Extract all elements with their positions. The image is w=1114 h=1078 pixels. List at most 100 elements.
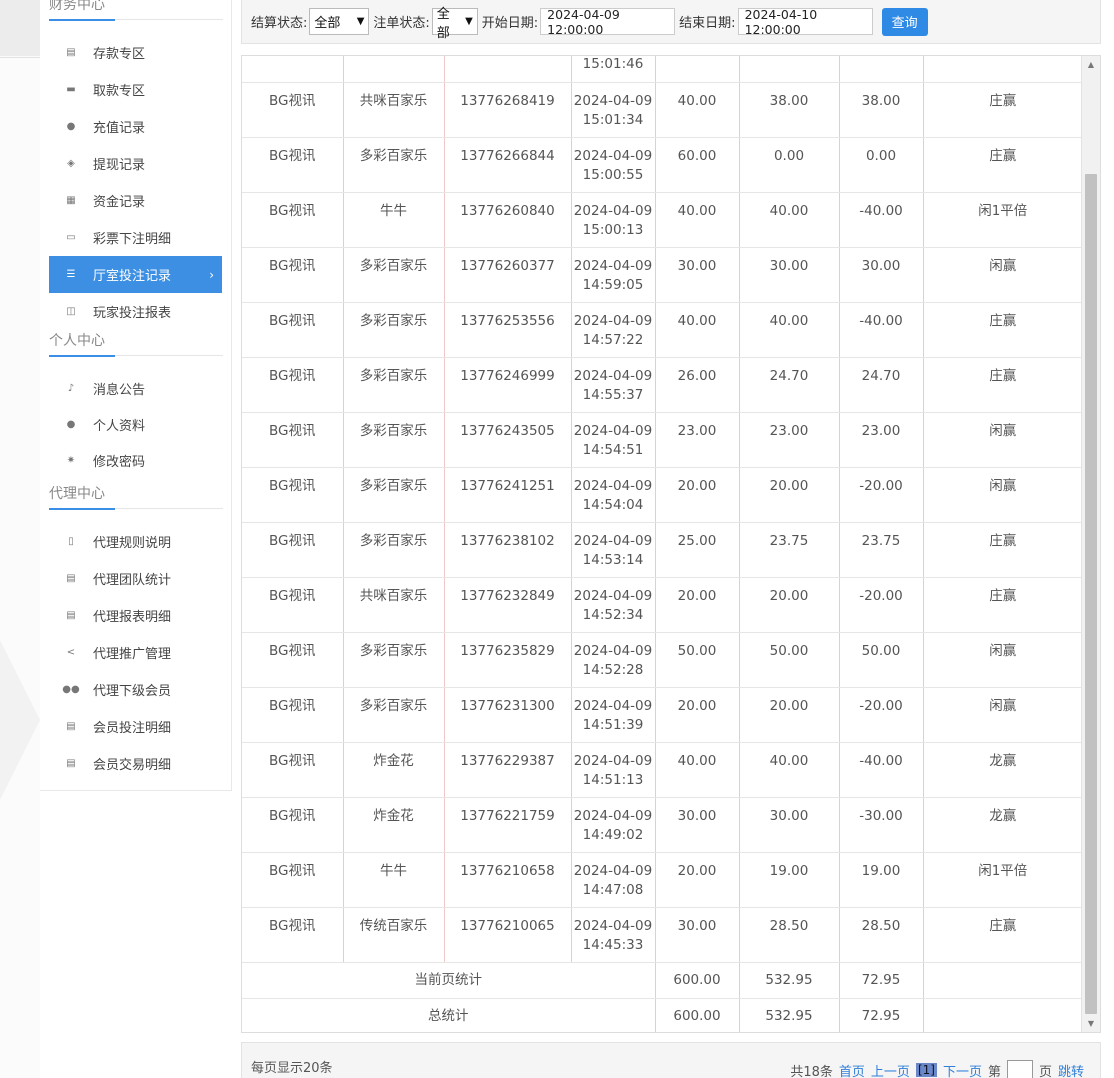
sidebar-item-agent-0[interactable]: ▯ 代理规则说明 — [49, 523, 222, 560]
win-loss-cell: 28.50 — [839, 907, 924, 963]
page-summary-row: 当前页统计 600.00 532.95 72.95 — [242, 962, 1082, 999]
table-row: BG视讯 牛牛 13776210658 2024-04-09 14:47:08 20.00… — [242, 852, 1082, 908]
first-page-link[interactable]: 首页 — [839, 1061, 865, 1078]
end-date-input[interactable]: 2024-04-10 12:00:00 — [737, 7, 873, 37]
sidebar-item-label: 资金记录 — [93, 195, 146, 210]
game-cell: 炸金花 — [343, 797, 445, 853]
settle-status-label: 结算状态: — [251, 16, 308, 31]
table-scrollbar[interactable]: ▲ ▼ — [1081, 56, 1100, 1032]
game-cell: 牛牛 — [343, 192, 445, 248]
result-cell: 庄赢 — [923, 137, 1082, 193]
chart-icon: ◫ — [66, 306, 76, 317]
bet-time-cell: 2024-04-09 14:55:37 — [571, 357, 656, 413]
sidebar-item-agent-1[interactable]: ▤ 代理团队统计 — [49, 560, 222, 597]
game-cell: 多彩百家乐 — [343, 247, 445, 303]
platform-cell: BG视讯 — [242, 357, 344, 413]
jump-link[interactable]: 跳转 — [1058, 1061, 1084, 1078]
sidebar-item-agent-3[interactable]: < 代理推广管理 — [49, 634, 222, 671]
table-row: BG视讯 多彩百家乐 13776260377 2024-04-09 14:59:05 30… — [242, 247, 1082, 303]
bet-time-cell: 2024-04-09 14:45:33 — [571, 907, 656, 963]
sidebar-item-personal-2[interactable]: ✷ 修改密码 — [49, 442, 222, 479]
sidebar-item-finance-3[interactable]: ◈ 提现记录 — [49, 145, 222, 182]
result-cell: 庄赢 — [923, 302, 1082, 358]
bet-time-cell: 2024-04-09 14:59:05 — [571, 247, 656, 303]
chevron-right-icon: › — [209, 267, 214, 282]
settle-status-value: 全部 — [314, 16, 341, 31]
win-loss-cell: 19.00 — [839, 852, 924, 908]
sidebar-item-finance-7[interactable]: ◫ 玩家投注报表 — [49, 293, 222, 330]
sidebar-item-finance-0[interactable]: ▤ 存款专区 — [49, 34, 222, 71]
bet-amount-cell: 20.00 — [655, 577, 740, 633]
order-number-cell: 13776246999 — [444, 357, 572, 413]
user-icon: ● — [66, 419, 76, 430]
order-number-cell: 13776238102 — [444, 522, 572, 578]
order-number-cell: 13776210065 — [444, 907, 572, 963]
sidebar-item-agent-2[interactable]: ▤ 代理报表明细 — [49, 597, 222, 634]
valid-bet-cell: 50.00 — [739, 632, 840, 688]
scroll-thumb[interactable] — [1085, 174, 1097, 1014]
next-page-link[interactable]: 下一页 — [943, 1061, 982, 1078]
start-date-input[interactable]: 2024-04-09 12:00:00 — [540, 7, 676, 37]
query-button[interactable]: 查询 — [881, 7, 928, 36]
win-loss-cell: -20.00 — [839, 687, 924, 743]
share-icon: < — [66, 647, 76, 658]
table-cell: 15:01:46 — [571, 56, 656, 83]
table-cell — [242, 56, 344, 83]
sidebar-item-finance-2[interactable]: ● 充值记录 — [49, 108, 222, 145]
bet-time-cell: 2024-04-09 15:01:34 — [571, 82, 656, 138]
sidebar-item-finance-6[interactable]: ☰ 厅室投注记录 › — [49, 256, 222, 293]
valid-bet-cell: 23.00 — [739, 412, 840, 468]
platform-cell: BG视讯 — [242, 302, 344, 358]
prev-page-link[interactable]: 上一页 — [871, 1061, 910, 1078]
result-cell: 龙赢 — [923, 742, 1082, 798]
users-icon: ●● — [62, 684, 80, 695]
sidebar-item-agent-4[interactable]: ●● 代理下级会员 — [49, 671, 222, 708]
sidebar-item-finance-4[interactable]: ▦ 资金记录 — [49, 182, 222, 219]
win-loss-cell: -20.00 — [839, 577, 924, 633]
summary-valid-cell: 532.95 — [739, 998, 840, 1032]
bet-time-cell: 2024-04-09 14:54:51 — [571, 412, 656, 468]
bet-amount-cell: 30.00 — [655, 907, 740, 963]
win-loss-cell: -40.00 — [839, 742, 924, 798]
table-row: BG视讯 牛牛 13776260840 2024-04-09 15:00:13 40.00… — [242, 192, 1082, 248]
settle-status-select[interactable]: 全部 ▼ — [309, 8, 370, 35]
bet-amount-cell: 23.00 — [655, 412, 740, 468]
valid-bet-cell: 24.70 — [739, 357, 840, 413]
sidebar-item-personal-1[interactable]: ● 个人资料 — [49, 406, 222, 443]
section-title-personal: 个人中心 — [49, 330, 223, 357]
table-cell — [923, 56, 1082, 83]
scroll-down-arrow-icon[interactable]: ▼ — [1088, 1019, 1094, 1028]
valid-bet-cell: 20.00 — [739, 467, 840, 523]
table-row: BG视讯 多彩百家乐 13776246999 2024-04-09 14:55:37 26… — [242, 357, 1082, 413]
order-number-cell: 13776260840 — [444, 192, 572, 248]
scroll-up-arrow-icon[interactable]: ▲ — [1088, 60, 1094, 69]
table-cell — [839, 56, 924, 83]
page-number-input[interactable] — [1006, 1060, 1033, 1078]
bet-time-cell: 2024-04-09 14:57:22 — [571, 302, 656, 358]
bet-time-cell: 2024-04-09 14:47:08 — [571, 852, 656, 908]
game-cell: 多彩百家乐 — [343, 137, 445, 193]
sidebar-item-agent-6[interactable]: ▤ 会员交易明细 — [49, 745, 222, 782]
moneybag-icon: ● — [66, 121, 76, 132]
sidebar-item-agent-5[interactable]: ▤ 会员投注明细 — [49, 708, 222, 745]
bet-status-value: 全部 — [436, 6, 450, 41]
win-loss-cell: 24.70 — [839, 357, 924, 413]
result-cell: 闲赢 — [923, 412, 1082, 468]
pagination-bar: 每页显示20条 共18条 首页 上一页 [1] 下一页 第 页 跳转 — [241, 1042, 1101, 1078]
sidebar-item-finance-1[interactable]: ▬ 取款专区 — [49, 71, 222, 108]
order-number-cell: 13776268419 — [444, 82, 572, 138]
gear-icon: ✷ — [66, 455, 76, 466]
sidebar: 财务中心 ▤ 存款专区 ▬ 取款专区 ● 充值记录 ◈ 提现记录 ▦ 资金记录 ▭ 彩票下注明细 ☰ 厅室… — [40, 0, 232, 791]
sidebar-item-personal-0[interactable]: ♪ 消息公告 — [49, 370, 222, 407]
filter-bar: 结算状态: 全部 ▼ 注单状态: 全部 ▼ 开始日期: 2024-04-09 12:… — [241, 0, 1101, 44]
table-cell — [444, 56, 572, 83]
sidebar-item-finance-5[interactable]: ▭ 彩票下注明细 — [49, 219, 222, 256]
game-cell: 多彩百家乐 — [343, 302, 445, 358]
table-row: BG视讯 多彩百家乐 13776241251 2024-04-09 14:54:04 20… — [242, 467, 1082, 523]
bet-status-select[interactable]: 全部 ▼ — [431, 7, 478, 41]
platform-cell: BG视讯 — [242, 412, 344, 468]
current-page[interactable]: [1] — [915, 1063, 937, 1077]
bet-time-cell: 2024-04-09 15:00:55 — [571, 137, 656, 193]
valid-bet-cell: 38.00 — [739, 82, 840, 138]
win-loss-cell: 23.75 — [839, 522, 924, 578]
